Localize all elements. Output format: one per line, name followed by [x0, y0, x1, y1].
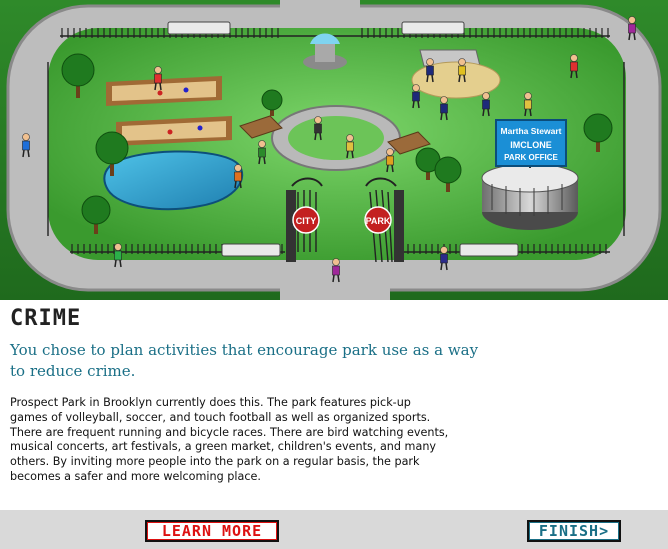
- finish-button[interactable]: FINISH>: [527, 520, 621, 542]
- explanation-text: Prospect Park in Brooklyn currently does…: [10, 396, 449, 483]
- park-scene: Martha Stewart IMCLONE PARK OFFICE CITY …: [0, 0, 668, 300]
- billboard-line-2: IMCLONE: [510, 140, 552, 150]
- page-title: CRIME: [10, 306, 82, 331]
- pond: [103, 150, 244, 211]
- park-office-billboard: Martha Stewart IMCLONE PARK OFFICE: [495, 119, 567, 167]
- walkway-top-entrance: [280, 0, 360, 30]
- billboard-line-3: PARK OFFICE: [504, 153, 558, 162]
- gate-left-sign: CITY: [296, 216, 317, 226]
- choice-summary: You chose to plan activities that encour…: [10, 341, 479, 380]
- gate-right-sign: PARK: [366, 216, 391, 226]
- billboard-line-1: Martha Stewart: [501, 126, 562, 136]
- learn-more-button[interactable]: LEARN MORE: [145, 520, 279, 542]
